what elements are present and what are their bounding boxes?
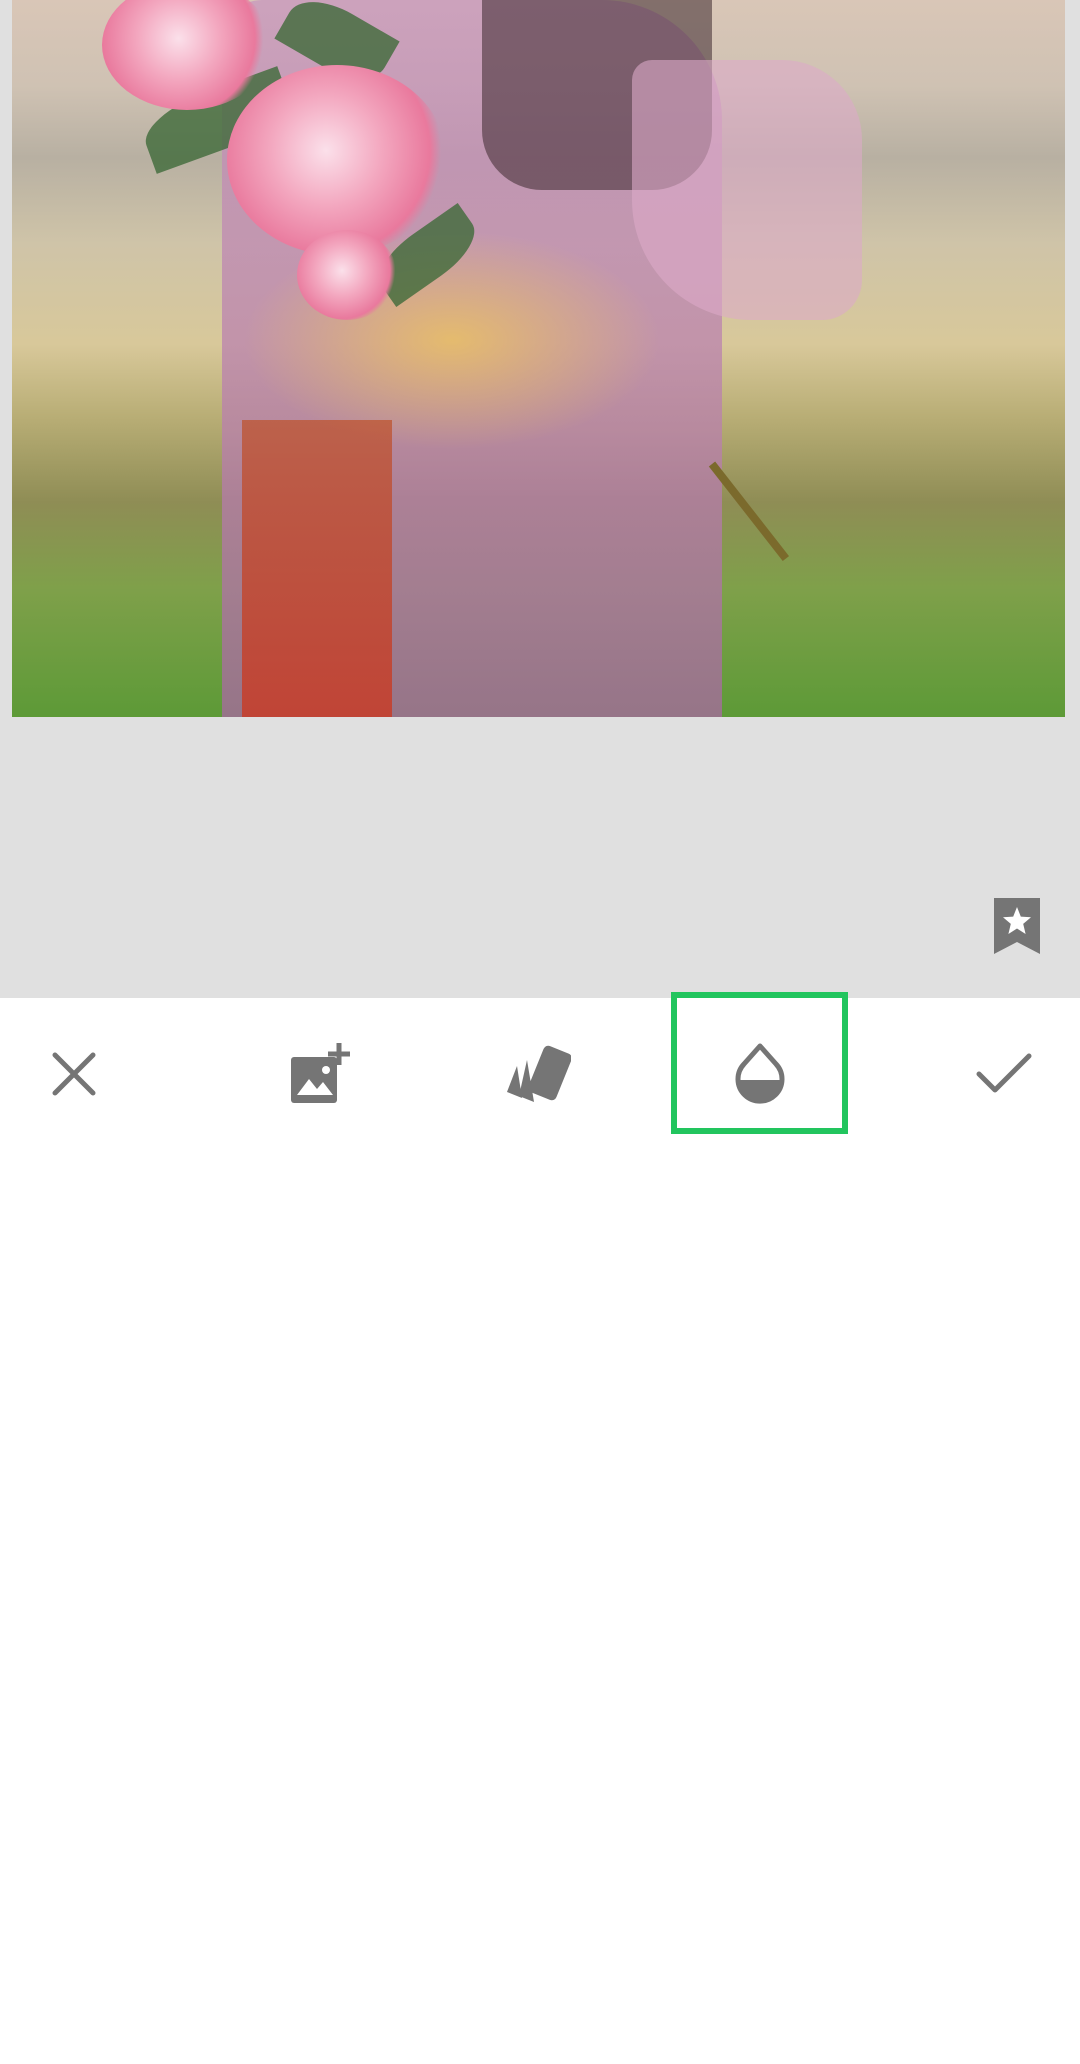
- canvas-area: [0, 0, 1080, 998]
- bottom-toolbar: [0, 998, 1080, 1150]
- close-icon: [52, 1052, 96, 1096]
- add-image-button[interactable]: [270, 998, 370, 1150]
- cancel-button[interactable]: [24, 998, 124, 1150]
- apply-button[interactable]: [954, 998, 1054, 1150]
- photo-subject-sleeve: [632, 60, 862, 320]
- tool-panel-area: [0, 1150, 1080, 2064]
- edited-photo: [12, 0, 1065, 717]
- bookmark-star-icon[interactable]: [994, 898, 1040, 954]
- styles-cards-icon: [507, 1045, 571, 1102]
- check-icon: [976, 1053, 1032, 1093]
- presets-button[interactable]: [488, 998, 588, 1150]
- photo-red-tone: [242, 420, 392, 717]
- photo-flower: [297, 230, 397, 320]
- opacity-drop-icon: [735, 1043, 785, 1104]
- opacity-button[interactable]: [710, 998, 810, 1150]
- photo-flower: [227, 65, 447, 255]
- add-photo-icon: [291, 1043, 350, 1103]
